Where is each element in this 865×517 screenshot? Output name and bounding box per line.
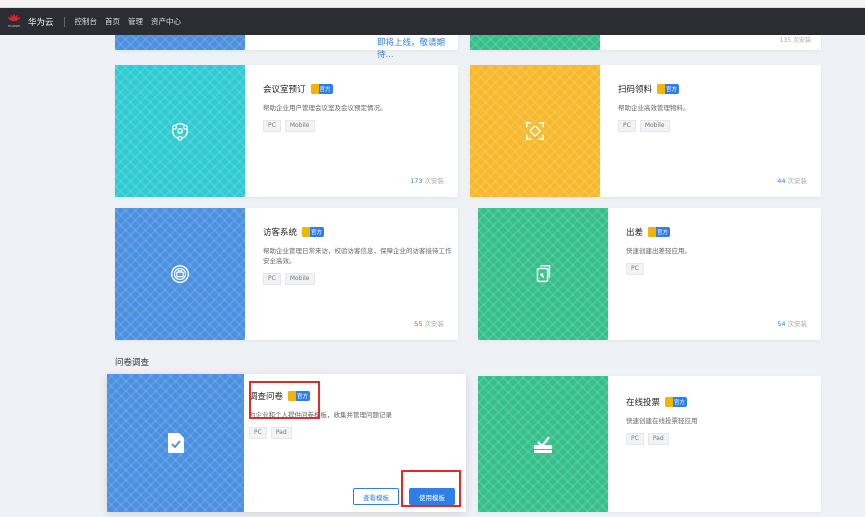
card-body: 访客系统 官方 帮助企业管理日常来访，校验访客信息，保障企业的访客接待工作安全高… bbox=[263, 226, 452, 285]
badge-icon bbox=[657, 84, 666, 94]
install-unit: 次安装 bbox=[424, 177, 445, 185]
card-title: 访客系统 bbox=[263, 228, 298, 238]
official-badge: 官方 bbox=[657, 84, 680, 94]
card-thumbnail bbox=[478, 208, 608, 340]
tag-pc: PC bbox=[263, 273, 281, 285]
card-thumbnail bbox=[478, 376, 608, 512]
highlight-box-survey-title bbox=[249, 381, 320, 419]
official-badge: 官方 bbox=[665, 397, 688, 407]
card-description: 帮助企业用户管理会议室及会议预定情况。 bbox=[263, 104, 387, 112]
scan-code-icon bbox=[526, 122, 544, 140]
badge-label: 官方 bbox=[319, 87, 331, 93]
install-unit: 次安装 bbox=[424, 320, 445, 328]
platform-tags: PC Pad bbox=[249, 427, 454, 439]
brand-name[interactable]: 华为云 bbox=[28, 16, 54, 28]
nav-asset-center[interactable]: 资产中心 bbox=[151, 16, 181, 27]
app-card-partial-right[interactable]: 135 次安装 bbox=[470, 35, 821, 50]
card-title: 出差 bbox=[626, 228, 644, 238]
install-count: 55 次安装 bbox=[414, 318, 444, 328]
top-navigation-bar: HUAWEI 华为云 控制台 首页 管理 资产中心 bbox=[0, 8, 865, 35]
app-card-visitor-system[interactable]: 访客系统 官方 帮助企业管理日常来访，校验访客信息，保障企业的访客接待工作安全高… bbox=[115, 208, 458, 340]
tag-pc: PC bbox=[618, 120, 636, 132]
business-trip-icon bbox=[536, 265, 551, 283]
card-body: 出差 官方 快速创建出差轻应用。 PC bbox=[626, 226, 809, 275]
card-thumbnail bbox=[115, 35, 245, 50]
template-list-area: 即将上线，敬请期待... 135 次安装 会议室预订 官方 帮助企业用户管理会议… bbox=[0, 35, 865, 517]
official-badge: 官方 bbox=[310, 84, 333, 94]
card-description: 快速创建在线投票轻应用 bbox=[626, 417, 698, 425]
badge-icon bbox=[302, 227, 311, 237]
install-count: 54 次安装 bbox=[777, 318, 807, 328]
tag-mobile: Mobile bbox=[639, 120, 670, 132]
card-body: 在线投票 官方 快速创建在线投票轻应用 PC Pad bbox=[626, 396, 809, 445]
card-body: 会议室预订 官方 帮助企业用户管理会议室及会议预定情况。 PC Mobile bbox=[263, 83, 446, 132]
install-unit: 次安装 bbox=[787, 320, 808, 328]
visitor-icon bbox=[171, 265, 189, 283]
nav-console[interactable]: 控制台 bbox=[75, 16, 98, 27]
card-title: 扫码领料 bbox=[618, 85, 653, 95]
coming-soon-text: 即将上线，敬请期待... bbox=[377, 38, 446, 60]
badge-icon bbox=[648, 227, 657, 237]
tag-pc: PC bbox=[249, 427, 267, 439]
tag-pad: Pad bbox=[647, 433, 669, 445]
view-template-button[interactable]: 查看模板 bbox=[353, 488, 399, 505]
badge-label: 官方 bbox=[674, 400, 686, 406]
nav-home[interactable]: 首页 bbox=[105, 16, 120, 27]
install-number: 44 bbox=[777, 177, 786, 185]
app-card-business-trip[interactable]: 出差 官方 快速创建出差轻应用。 PC 54 次安装 bbox=[478, 208, 821, 340]
nav-manage[interactable]: 管理 bbox=[128, 16, 143, 27]
install-count: 44 次安装 bbox=[777, 175, 807, 185]
browser-bookmark-strip bbox=[0, 0, 865, 8]
logo-text: HUAWEI bbox=[7, 23, 21, 28]
card-description: 帮助企业管理日常来访，校验访客信息，保障企业的访客接待工作安全高效。 bbox=[263, 247, 452, 265]
official-badge: 官方 bbox=[302, 227, 325, 237]
tag-pad: Pad bbox=[270, 427, 292, 439]
app-card-scan-material[interactable]: 扫码领料 官方 帮助企业高效管理物料。 PC Mobile 44 次安装 bbox=[470, 65, 821, 197]
platform-tags: PC Mobile bbox=[263, 120, 446, 132]
install-number: 173 bbox=[410, 177, 423, 185]
badge-label: 官方 bbox=[311, 230, 323, 236]
card-title: 会议室预订 bbox=[263, 85, 306, 95]
install-number: 54 bbox=[777, 320, 786, 328]
card-thumbnail bbox=[115, 208, 245, 340]
app-card-meeting-room[interactable]: 会议室预订 官方 帮助企业用户管理会议室及会议预定情况。 PC Mobile 1… bbox=[115, 65, 458, 197]
vote-icon bbox=[534, 436, 552, 453]
nav-divider bbox=[63, 16, 65, 27]
badge-label: 官方 bbox=[657, 230, 669, 236]
highlight-box-use-template bbox=[401, 470, 461, 507]
card-thumbnail bbox=[107, 374, 244, 512]
tag-mobile: Mobile bbox=[284, 273, 315, 285]
tag-mobile: Mobile bbox=[284, 120, 315, 132]
app-card-partial-left[interactable]: 即将上线，敬请期待... bbox=[115, 35, 458, 60]
card-description: 快速创建出差轻应用。 bbox=[626, 247, 691, 255]
card-description: 帮助企业高效管理物料。 bbox=[618, 104, 690, 112]
tag-pc: PC bbox=[263, 120, 281, 132]
app-card-online-vote[interactable]: 在线投票 官方 快速创建在线投票轻应用 PC Pad bbox=[478, 376, 821, 512]
badge-icon bbox=[665, 397, 674, 407]
platform-tags: PC Pad bbox=[626, 433, 809, 445]
survey-icon bbox=[167, 433, 184, 453]
install-count: 135 次安装 bbox=[779, 37, 811, 44]
meeting-room-icon bbox=[171, 122, 189, 141]
badge-label: 官方 bbox=[666, 87, 678, 93]
huawei-logo-icon[interactable]: HUAWEI bbox=[6, 13, 22, 30]
card-body: 扫码领料 官方 帮助企业高效管理物料。 PC Mobile bbox=[618, 83, 809, 132]
card-thumbnail bbox=[470, 65, 600, 197]
platform-tags: PC Mobile bbox=[618, 120, 809, 132]
tag-pc: PC bbox=[626, 433, 644, 445]
badge-icon bbox=[310, 84, 319, 94]
platform-tags: PC Mobile bbox=[263, 273, 446, 285]
official-badge: 官方 bbox=[648, 227, 671, 237]
tag-pc: PC bbox=[626, 263, 644, 275]
platform-tags: PC bbox=[626, 263, 809, 275]
card-title: 在线投票 bbox=[626, 398, 661, 408]
install-unit: 次安装 bbox=[787, 177, 808, 185]
install-number: 55 bbox=[414, 320, 423, 328]
install-count: 173 次安装 bbox=[410, 175, 444, 185]
card-thumbnail bbox=[115, 65, 245, 197]
card-thumbnail bbox=[470, 35, 600, 50]
section-title-survey: 问卷调查 bbox=[115, 358, 150, 368]
